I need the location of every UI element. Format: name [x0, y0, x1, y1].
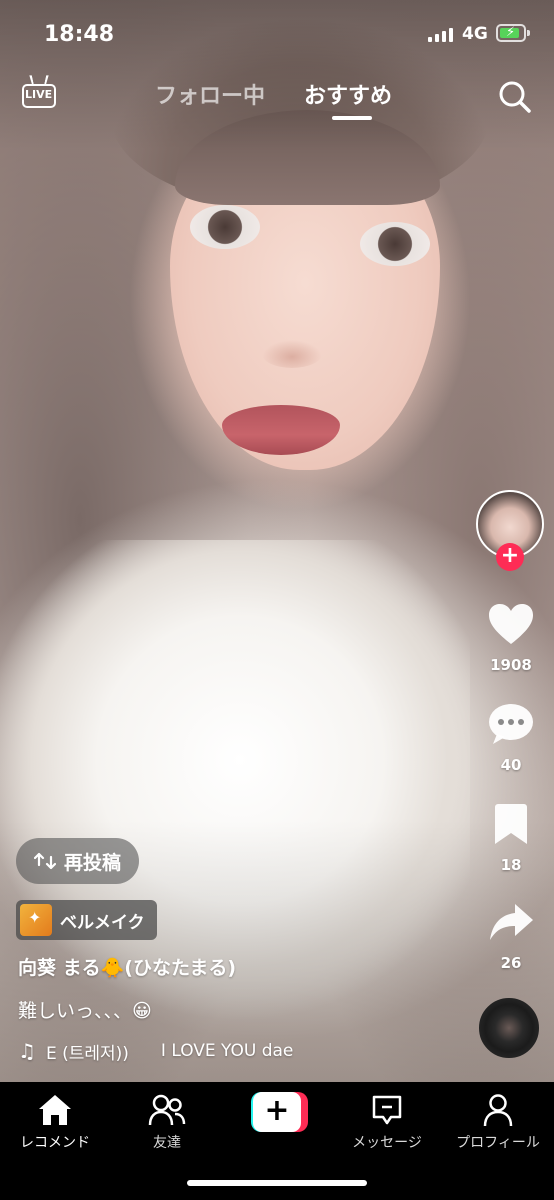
nav-friends-label: 友達 — [153, 1135, 181, 1151]
tab-for-you[interactable]: おすすめ — [304, 78, 392, 110]
like-count: 1908 — [490, 656, 532, 674]
charging-bolt-icon: ⚡ — [506, 25, 516, 40]
share-button[interactable]: 26 — [484, 900, 538, 972]
share-count: 26 — [500, 954, 522, 972]
follow-button[interactable]: + — [496, 543, 524, 571]
status-time: 18:48 — [44, 22, 115, 47]
share-arrow-icon — [490, 904, 533, 940]
repost-label: 再投稿 — [64, 851, 122, 874]
music-title-left: E (트레저)) — [45, 1043, 129, 1064]
search-icon[interactable] — [498, 80, 532, 114]
repost-icon — [34, 852, 56, 870]
comment-icon — [489, 704, 533, 744]
video-eye-right — [360, 222, 430, 266]
inbox-icon — [372, 1095, 402, 1125]
music-note-icon: ♫ — [18, 1039, 36, 1063]
effect-label: ベルメイク — [60, 912, 145, 933]
comment-button[interactable]: 40 — [484, 702, 538, 774]
save-count: 18 — [500, 856, 522, 874]
creator-username[interactable]: 向葵 まる🐥(ひなたまる) — [18, 953, 236, 980]
home-icon — [39, 1095, 71, 1125]
save-button[interactable]: 18 — [484, 802, 538, 874]
effect-tag[interactable]: ベルメイク — [16, 900, 157, 940]
video-eye-left — [190, 205, 260, 249]
bookmark-icon — [495, 804, 527, 844]
network-type: 4G — [462, 24, 488, 44]
nav-profile-label: プロフィール — [456, 1135, 540, 1151]
nav-inbox-label: メッセージ — [352, 1135, 422, 1151]
battery-icon: ⚡ — [496, 24, 530, 42]
music-title-right: I LOVE YOU dae — [160, 1041, 294, 1061]
like-button[interactable]: 1908 — [484, 602, 538, 674]
battery-nub — [527, 30, 530, 36]
status-bar: 18:48 4G ⚡ — [0, 0, 554, 64]
music-disc-icon[interactable] — [479, 998, 539, 1058]
heart-icon — [489, 604, 533, 644]
nav-inbox[interactable]: メッセージ — [337, 1092, 437, 1152]
feed-tabs: フォロー中 おすすめ — [0, 76, 554, 126]
repost-button[interactable]: 再投稿 — [16, 838, 140, 884]
comment-count: 40 — [500, 756, 522, 774]
nav-home-label: レコメンド — [20, 1135, 90, 1151]
profile-icon — [483, 1094, 513, 1127]
nav-profile[interactable]: プロフィール — [448, 1092, 548, 1152]
tab-following[interactable]: フォロー中 — [155, 78, 265, 110]
signal-icon — [428, 26, 453, 42]
nav-home[interactable]: レコメンド — [5, 1092, 105, 1152]
create-plus-icon: + — [253, 1092, 301, 1132]
friends-icon — [148, 1094, 186, 1126]
effect-thumbnail — [20, 904, 52, 936]
music-ticker[interactable]: ♫ E (트레저)) I LOVE YOU dae — [18, 1038, 303, 1064]
video-nose — [262, 340, 322, 368]
home-indicator — [187, 1180, 367, 1186]
create-button[interactable]: + — [246, 1092, 308, 1132]
nav-friends[interactable]: 友達 — [117, 1092, 217, 1152]
video-caption[interactable]: 難しいっ、、、😀 — [18, 996, 152, 1023]
active-tab-indicator — [332, 116, 372, 120]
